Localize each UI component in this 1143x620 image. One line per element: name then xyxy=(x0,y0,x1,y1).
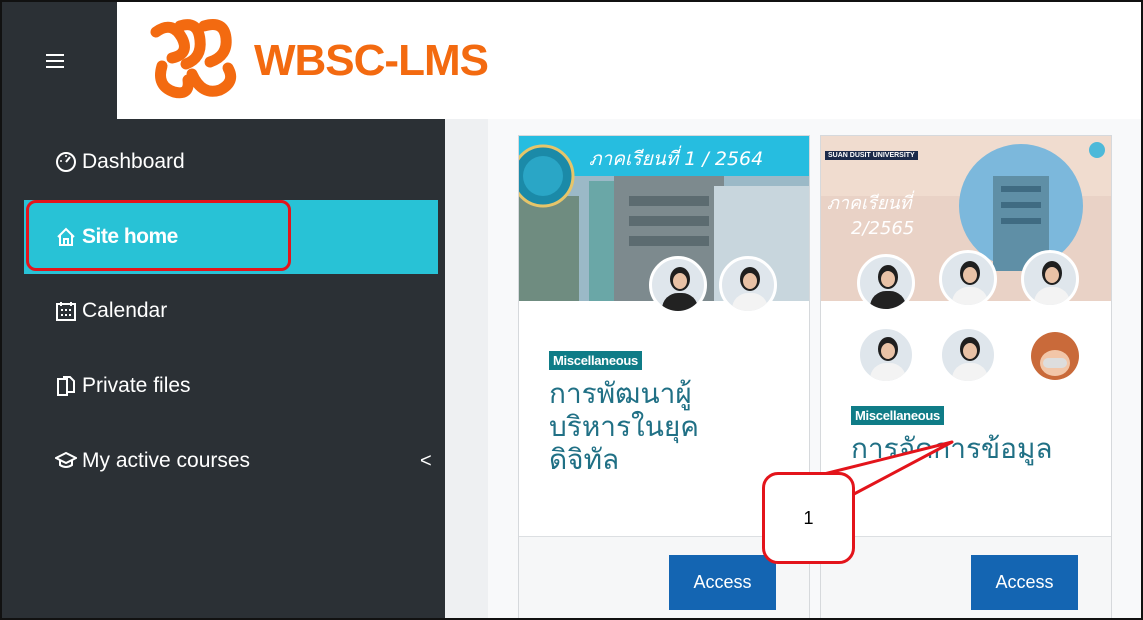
callout-pointer xyxy=(823,440,954,496)
callout-annotation: 1 xyxy=(762,472,855,564)
screenshot-frame: WBSC-LMS Dashboard Site home Calendar Pr… xyxy=(0,0,1143,620)
callout-number: 1 xyxy=(803,507,814,528)
